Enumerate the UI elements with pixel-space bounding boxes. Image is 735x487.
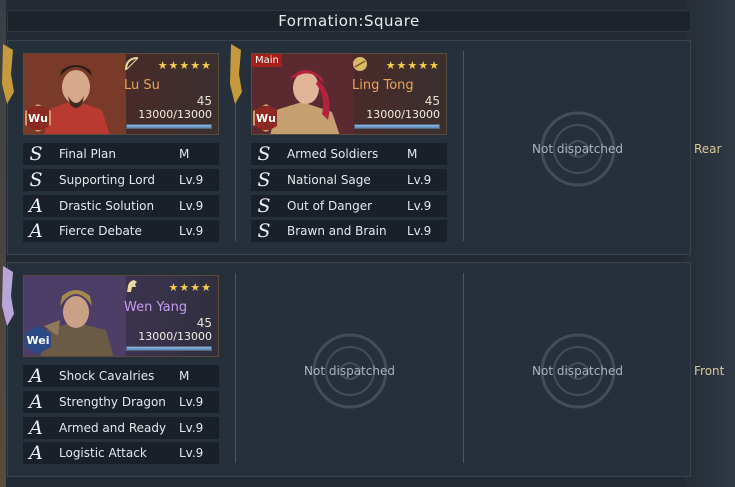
skill-level: Lv.9 (179, 420, 204, 435)
skill-name: Supporting Lord (59, 172, 155, 187)
skill-level: M (179, 369, 190, 383)
front-row-panel: ★★★★ Wen Yang 45 13000/13000 Wei A Shock … (2, 262, 691, 478)
skill-grade: A (29, 442, 43, 465)
rear-slot-3-empty[interactable]: Not dispatched (464, 41, 691, 256)
skill-name: Shock Cavalries (59, 369, 155, 383)
skill-name: Armed Soldiers (287, 147, 379, 161)
skill-name: Brawn and Brain (287, 224, 387, 239)
troop-bar (126, 346, 212, 351)
skill-grade: A (29, 220, 43, 243)
skill-grade: A (29, 416, 43, 439)
formation-title: Formation:Square (7, 10, 691, 32)
skill-row[interactable]: S Armed Soldiers M (251, 143, 447, 165)
skill-level: M (179, 147, 190, 161)
skill-name: Out of Danger (287, 198, 373, 213)
skill-level: Lv.9 (179, 224, 204, 239)
skill-row[interactable]: S Final Plan M (23, 143, 219, 165)
skill-name: Logistic Attack (59, 446, 147, 461)
skill-row[interactable]: S Supporting Lord Lv.9 (23, 168, 219, 191)
troop-bar-fill (127, 347, 211, 350)
hero-stars: ★★★★★ (385, 59, 440, 72)
skill-row[interactable]: S Brawn and Brain Lv.9 (251, 220, 447, 243)
hero-card-lu-su[interactable]: ★★★★★ Lu Su 45 13000/13000 Wu (23, 53, 219, 135)
formation-title-text: Formation:Square (278, 12, 420, 30)
skill-level: Lv.9 (179, 446, 204, 461)
front-slot-1-ribbon (2, 266, 14, 326)
row-label-front: Front (694, 364, 725, 378)
skill-list-lu-su: S Final Plan M S Supporting Lord Lv.9 A Drast… (23, 143, 219, 246)
skill-level: Lv.9 (179, 394, 204, 409)
hero-level: 45 (196, 316, 212, 330)
skill-row[interactable]: A Shock Cavalries M (23, 365, 219, 387)
skill-level: Lv.9 (179, 172, 204, 187)
skill-grade: S (257, 220, 271, 243)
skill-grade: A (29, 365, 43, 387)
skill-grade: S (29, 143, 43, 165)
skill-level: Lv.9 (179, 198, 204, 213)
front-slot-3-empty[interactable]: Not dispatched (464, 263, 691, 478)
hero-name: Ling Tong (352, 78, 414, 93)
troop-bar-fill (355, 125, 439, 128)
hero-troops: 13000/13000 (366, 108, 440, 121)
hero-level: 45 (196, 94, 212, 108)
skill-level: M (407, 147, 418, 161)
skill-name: National Sage (287, 172, 371, 187)
row-label-rear: Rear (694, 142, 722, 156)
troop-bar (126, 124, 212, 129)
rear-slot-2-ribbon (230, 44, 242, 104)
skill-level: Lv.9 (407, 198, 432, 213)
hero-stars: ★★★★★ (157, 59, 212, 72)
skill-row[interactable]: S National Sage Lv.9 (251, 168, 447, 191)
bow-icon (125, 57, 139, 71)
skill-grade: A (29, 194, 43, 217)
rear-slot-1[interactable]: ★★★★★ Lu Su 45 13000/13000 Wu S Final Pla… (2, 41, 235, 254)
skill-grade: S (257, 194, 271, 217)
skill-row[interactable]: A Fierce Debate Lv.9 (23, 220, 219, 243)
skill-grade: S (257, 168, 271, 191)
horse-icon (127, 280, 137, 292)
empty-slot-text: Not dispatched (304, 363, 395, 378)
troop-bar (354, 124, 440, 129)
hero-card-wen-yang[interactable]: ★★★★ Wen Yang 45 13000/13000 Wei (23, 275, 219, 357)
hero-name: Lu Su (124, 78, 160, 93)
skill-list-ling-tong: S Armed Soldiers M S National Sage Lv.9 S Out… (251, 143, 447, 246)
rear-row-panel: ★★★★★ Lu Su 45 13000/13000 Wu S Final Pla… (2, 40, 691, 256)
hero-troops: 13000/13000 (138, 330, 212, 343)
main-tag: Main (252, 54, 282, 67)
skill-level: Lv.9 (407, 172, 432, 187)
front-slot-2-empty[interactable]: Not dispatched (236, 263, 463, 478)
hero-stars: ★★★★ (168, 281, 212, 294)
skill-name: Fierce Debate (59, 224, 142, 239)
skill-row[interactable]: S Out of Danger Lv.9 (251, 194, 447, 217)
hero-troops: 13000/13000 (138, 108, 212, 121)
hero-name: Wen Yang (124, 300, 188, 315)
skill-row[interactable]: A Strengthy Dragon Lv.9 (23, 390, 219, 413)
skill-name: Armed and Ready (59, 420, 167, 435)
skill-name: Strengthy Dragon (59, 394, 166, 409)
rear-slot-2[interactable]: Main ★★★★★ Ling Tong 45 13000/13000 Wu S… (230, 41, 463, 254)
empty-slot-text: Not dispatched (532, 363, 623, 378)
right-backdrop (685, 0, 735, 487)
front-slot-1[interactable]: ★★★★ Wen Yang 45 13000/13000 Wei A Shock … (2, 263, 235, 476)
rear-slot-1-ribbon (2, 44, 14, 104)
skill-list-wen-yang: A Shock Cavalries M A Strengthy Dragon Lv.9 … (23, 365, 219, 468)
shield-icon (353, 57, 367, 71)
skill-name: Final Plan (59, 147, 116, 161)
troop-bar-fill (127, 125, 211, 128)
skill-grade: S (29, 168, 43, 191)
skill-row[interactable]: A Armed and Ready Lv.9 (23, 416, 219, 439)
skill-name: Drastic Solution (59, 198, 155, 213)
hero-card-ling-tong[interactable]: Main ★★★★★ Ling Tong 45 13000/13000 Wu (251, 53, 447, 135)
skill-row[interactable]: A Drastic Solution Lv.9 (23, 194, 219, 217)
empty-slot-text: Not dispatched (532, 141, 623, 156)
skill-grade: S (257, 143, 271, 165)
hero-level: 45 (424, 94, 440, 108)
skill-level: Lv.9 (407, 224, 432, 239)
skill-grade: A (29, 390, 43, 413)
skill-row[interactable]: A Logistic Attack Lv.9 (23, 442, 219, 465)
